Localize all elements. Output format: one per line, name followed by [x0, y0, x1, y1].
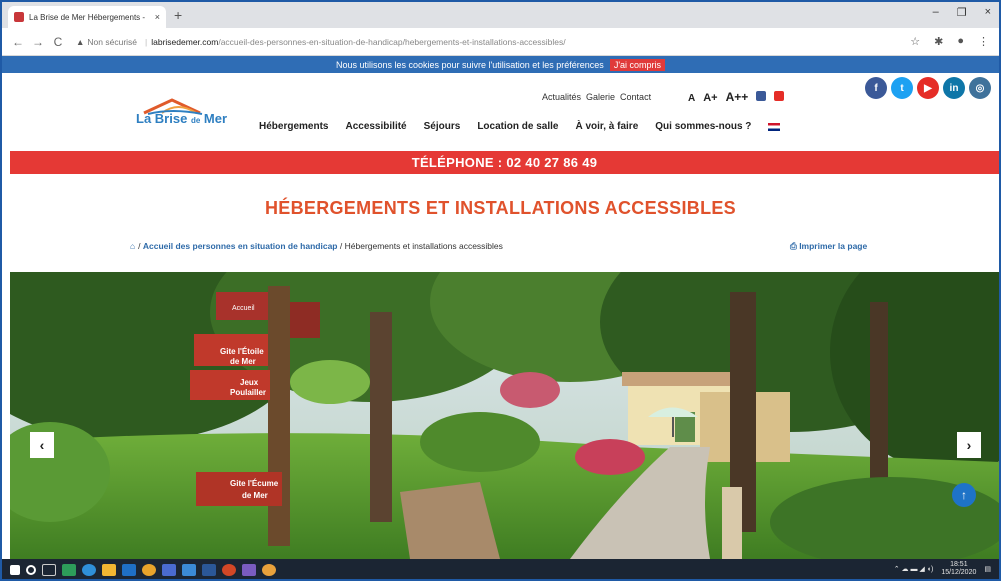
- hero-slider: Accueil Gite l'Étoile de Mer Jeux Poulai…: [10, 272, 999, 559]
- sign-etoile-de-mer: Gite l'Étoile: [220, 347, 264, 356]
- url-path: /accueil-des-personnes-en-situation-de-h…: [218, 36, 566, 47]
- link-galerie[interactable]: Galerie: [586, 92, 615, 102]
- font-size-xlarge[interactable]: A++: [726, 90, 749, 104]
- svg-text:Poulailler: Poulailler: [230, 388, 266, 397]
- cookie-message: Nous utilisons les cookies pour suivre l…: [335, 59, 604, 70]
- cookie-banner: Nous utilisons les cookies pour suivre l…: [2, 56, 999, 73]
- svg-text:de Mer: de Mer: [230, 357, 256, 366]
- slider-next-button[interactable]: ›: [957, 432, 981, 458]
- youtube-small-icon[interactable]: [774, 91, 785, 101]
- minimize-button[interactable]: –: [933, 6, 939, 19]
- forward-button[interactable]: →: [30, 35, 46, 49]
- font-size-normal[interactable]: A: [688, 93, 695, 104]
- cookie-accept-button[interactable]: J'ai compris: [609, 58, 666, 71]
- chrome-icon[interactable]: [142, 564, 156, 576]
- instagram-icon[interactable]: ◎: [969, 77, 991, 99]
- nav-accessibilite[interactable]: Accessibilité: [345, 121, 406, 132]
- sign-ecume-de-mer: Gite l'Écume: [230, 479, 279, 488]
- twitter-icon[interactable]: t: [891, 77, 913, 99]
- tab-strip: La Brise de Mer Hébergements - × + – ❐ ×: [2, 2, 999, 28]
- bookmark-star-icon[interactable]: ☆: [910, 35, 920, 48]
- warning-icon: ▲: [76, 36, 85, 47]
- app-icon-3[interactable]: [182, 564, 196, 576]
- explorer-icon[interactable]: [102, 564, 116, 576]
- word-icon[interactable]: [202, 564, 216, 576]
- browser-window: La Brise de Mer Hébergements - × + – ❐ ×…: [0, 0, 1001, 581]
- back-button[interactable]: ←: [10, 35, 26, 49]
- phone-banner[interactable]: TÉLÉPHONE : 02 40 27 86 49: [10, 151, 999, 174]
- url-field[interactable]: ▲ Non sécurisé | labrisedemer.com /accue…: [76, 37, 566, 47]
- utility-links: Actualités Galerie Contact: [542, 92, 651, 102]
- powerpoint-icon[interactable]: [222, 564, 236, 576]
- sign-accueil: Accueil: [232, 305, 255, 312]
- windows-taskbar: ⌃ ☁ ▬ ◢ ◖) 18:51 15/12/2020 ▤: [2, 559, 999, 579]
- windows-start-icon[interactable]: [10, 565, 20, 575]
- window-controls: – ❐ ×: [933, 6, 991, 19]
- svg-text:de Mer: de Mer: [242, 491, 268, 500]
- security-status: Non sécurisé: [87, 36, 138, 47]
- system-tray: ⌃ ☁ ▬ ◢ ◖) 18:51 15/12/2020 ▤: [894, 561, 991, 577]
- home-icon[interactable]: ⌂: [130, 241, 135, 251]
- page-title: HÉBERGEMENTS ET INSTALLATIONS ACCESSIBLE…: [265, 198, 736, 218]
- tab-title: La Brise de Mer Hébergements -: [29, 12, 146, 22]
- breadcrumb: ⌂ / Accueil des personnes en situation de…: [130, 241, 503, 251]
- address-bar: ← → C ▲ Non sécurisé | labrisedemer.com …: [2, 28, 999, 56]
- app-icon-4[interactable]: [242, 564, 256, 576]
- nav-qui-sommes-nous[interactable]: Qui sommes-nous ?: [655, 121, 751, 132]
- search-icon[interactable]: [26, 565, 36, 575]
- nav-a-voir[interactable]: À voir, à faire: [575, 121, 638, 132]
- notification-icon[interactable]: ▤: [984, 565, 991, 573]
- store-icon[interactable]: [162, 564, 176, 576]
- tray-icons[interactable]: ⌃ ☁ ▬ ◢ ◖): [894, 565, 934, 573]
- font-size-large[interactable]: A+: [703, 92, 717, 104]
- youtube-icon[interactable]: ▶: [917, 77, 939, 99]
- maximize-button[interactable]: ❐: [957, 6, 967, 19]
- app-icon-1[interactable]: [62, 564, 76, 576]
- print-link[interactable]: ⎙ Imprimer la page: [790, 241, 867, 252]
- browser-tab[interactable]: La Brise de Mer Hébergements - ×: [8, 6, 166, 28]
- printer-icon: ⎙: [790, 241, 797, 251]
- main-navigation: Hébergements Accessibilité Séjours Locat…: [259, 121, 781, 132]
- sign-jeux: Jeux: [240, 378, 259, 387]
- app-icon-2[interactable]: [122, 564, 136, 576]
- url-domain: labrisedemer.com: [151, 36, 219, 47]
- slider-prev-button[interactable]: ‹: [30, 432, 54, 458]
- clock[interactable]: 18:51 15/12/2020: [941, 561, 976, 577]
- garden-photo: Accueil Gite l'Étoile de Mer Jeux Poulai…: [10, 272, 999, 559]
- facebook-icon[interactable]: f: [865, 77, 887, 99]
- facebook-small-icon[interactable]: [756, 91, 767, 101]
- breadcrumb-current: Hébergements et installations accessible…: [344, 241, 503, 251]
- link-actualites[interactable]: Actualités: [542, 92, 581, 102]
- nav-location-salle[interactable]: Location de salle: [477, 121, 558, 132]
- linkedin-icon[interactable]: in: [943, 77, 965, 99]
- reload-button[interactable]: C: [50, 35, 66, 49]
- nav-hebergements[interactable]: Hébergements: [259, 121, 328, 132]
- menu-icon[interactable]: ⋮: [978, 35, 989, 48]
- logo-text: La Brise de Mer: [136, 111, 228, 126]
- english-flag-icon[interactable]: [768, 123, 781, 131]
- profile-icon[interactable]: ●: [957, 35, 964, 48]
- close-tab-icon[interactable]: ×: [155, 12, 160, 22]
- site-logo[interactable]: La Brise de Mer: [136, 97, 228, 133]
- font-size-controls: A A+ A++: [688, 90, 785, 104]
- taskbar-apps: [2, 564, 276, 576]
- scroll-to-top-button[interactable]: ↑: [952, 483, 976, 507]
- new-tab-button[interactable]: +: [174, 7, 182, 23]
- browser-toolbar-icons: ☆ ✱ ● ⋮: [910, 35, 989, 48]
- nav-sejours[interactable]: Séjours: [424, 121, 461, 132]
- social-links: f t ▶ in ◎: [865, 77, 991, 99]
- close-window-button[interactable]: ×: [985, 6, 991, 19]
- link-contact[interactable]: Contact: [620, 92, 651, 102]
- app-icon-5[interactable]: [262, 564, 276, 576]
- url-separator: |: [145, 36, 148, 47]
- site-header: La Brise de Mer Actualités Galerie Conta…: [2, 73, 999, 151]
- task-view-icon[interactable]: [42, 564, 56, 576]
- site-favicon-icon: [14, 12, 24, 22]
- breadcrumb-link[interactable]: Accueil des personnes en situation de ha…: [143, 241, 338, 251]
- edge-icon[interactable]: [82, 564, 96, 576]
- extensions-icon[interactable]: ✱: [934, 35, 943, 48]
